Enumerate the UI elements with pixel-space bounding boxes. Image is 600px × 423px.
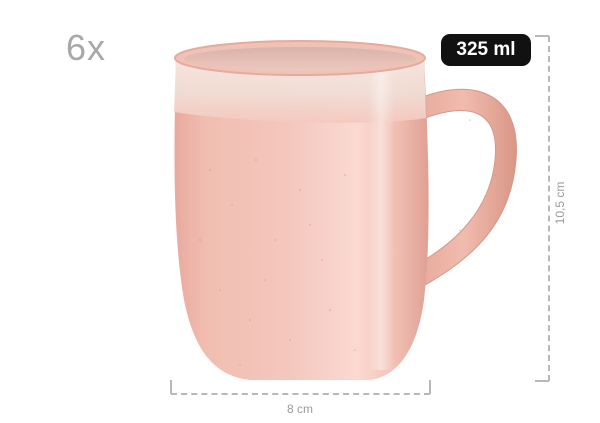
mug-illustration (174, 40, 517, 380)
height-dimension-line (548, 36, 550, 381)
height-dimension-label: 10,5 cm (553, 181, 567, 225)
product-image: 6x 325 ml 10,5 cm 8 cm (0, 0, 600, 423)
width-dimension-tick-right (429, 380, 431, 394)
width-dimension-line (171, 393, 430, 395)
width-dimension-label: 8 cm (286, 402, 313, 416)
width-dimension-tick-left (170, 380, 172, 394)
height-dimension-tick-top (535, 35, 549, 37)
height-dimension-tick-bottom (535, 380, 549, 382)
mug-body (174, 58, 429, 380)
mug-rim (174, 40, 426, 76)
